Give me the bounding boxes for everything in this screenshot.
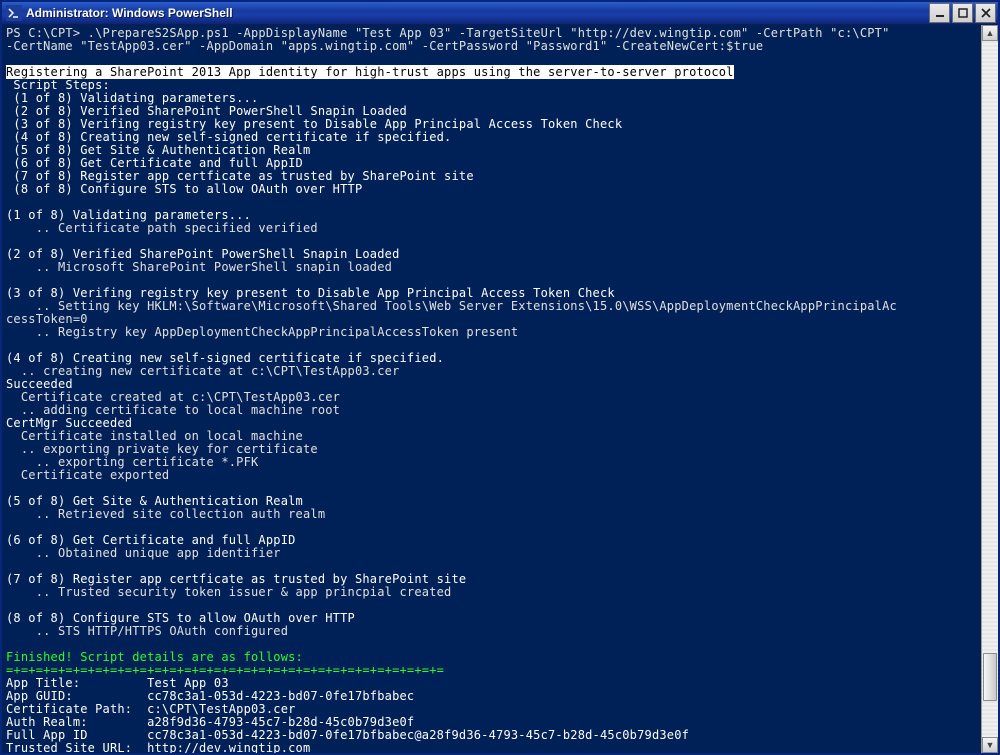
detail-3-b: cessToken=0 xyxy=(6,312,88,326)
step-1: (1 of 8) Validating parameters... xyxy=(6,91,258,105)
detail-4-b: Succeeded xyxy=(6,377,73,391)
scroll-track[interactable] xyxy=(982,41,998,737)
detail-8-head: (8 of 8) Configure STS to allow OAuth ov… xyxy=(6,611,355,625)
step-2: (2 of 8) Verified SharePoint PowerShell … xyxy=(6,104,407,118)
step-6: (6 of 8) Get Certificate and full AppID xyxy=(6,156,303,170)
detail-4-i: Certificate exported xyxy=(6,468,169,482)
prompt-line-1: PS C:\CPT> .\PrepareS2SApp.ps1 -AppDispl… xyxy=(6,26,890,40)
detail-6-a: .. Obtained unique app identifier xyxy=(6,546,281,560)
separator-1: =+=+=+=+=+=+=+=+=+=+=+=+=+=+=+=+=+=+=+=+… xyxy=(6,663,444,677)
detail-4-head: (4 of 8) Creating new self-signed certif… xyxy=(6,351,444,365)
minimize-button[interactable] xyxy=(929,3,950,23)
detail-5-head: (5 of 8) Get Site & Authentication Realm xyxy=(6,494,303,508)
result-app-guid: App GUID: cc78c3a1-053d-4223-bd07-0fe17b… xyxy=(6,689,414,703)
step-7: (7 of 8) Register app certficate as trus… xyxy=(6,169,474,183)
detail-3-c: .. Registry key AppDeploymentCheckAppPri… xyxy=(6,325,518,339)
result-auth-realm: Auth Realm: a28f9d36-4793-45c7-b28d-45c0… xyxy=(6,715,414,729)
detail-4-f: Certificate installed on local machine xyxy=(6,429,303,443)
detail-4-d: .. adding certificate to local machine r… xyxy=(6,403,340,417)
detail-7-head: (7 of 8) Register app certficate as trus… xyxy=(6,572,466,586)
detail-7-a: .. Trusted security token issuer & app p… xyxy=(6,585,451,599)
scroll-thumb[interactable] xyxy=(983,653,997,701)
console-output[interactable]: PS C:\CPT> .\PrepareS2SApp.ps1 -AppDispl… xyxy=(2,25,981,753)
detail-4-h: .. exporting certificate *.PFK xyxy=(6,455,258,469)
step-8: (8 of 8) Configure STS to allow OAuth ov… xyxy=(6,182,362,196)
maximize-button[interactable] xyxy=(952,3,973,23)
scroll-down-button[interactable]: ▼ xyxy=(982,737,998,753)
detail-1-head: (1 of 8) Validating parameters... xyxy=(6,208,251,222)
close-button[interactable] xyxy=(975,3,996,23)
detail-1-a: .. Certificate path specified verified xyxy=(6,221,318,235)
result-full-app-id: Full App ID cc78c3a1-053d-4223-bd07-0fe1… xyxy=(6,728,689,742)
result-app-title: App Title: Test App 03 xyxy=(6,676,229,690)
step-4: (4 of 8) Creating new self-signed certif… xyxy=(6,130,451,144)
detail-2-a: .. Microsoft SharePoint PowerShell snapi… xyxy=(6,260,392,274)
result-cert-path: Certificate Path: c:\CPT\TestApp03.cer xyxy=(6,702,296,716)
header-banner: Registering a SharePoint 2013 App identi… xyxy=(6,65,734,79)
result-trusted-url: Trusted Site URL: http://dev.wingtip.com xyxy=(6,741,310,753)
detail-4-g: .. exporting private key for certificate xyxy=(6,442,318,456)
powershell-window: Administrator: Windows PowerShell PS C:\… xyxy=(0,0,1000,755)
step-3: (3 of 8) Verifing registry key present t… xyxy=(6,117,622,131)
detail-5-a: .. Retrieved site collection auth realm xyxy=(6,507,325,521)
detail-4-a: .. creating new certificate at c:\CPT\Te… xyxy=(6,364,400,378)
finished-1: Finished! Script details are as follows: xyxy=(6,650,303,664)
title-bar[interactable]: Administrator: Windows PowerShell xyxy=(2,2,998,25)
detail-6-head: (6 of 8) Get Certificate and full AppID xyxy=(6,533,296,547)
prompt-line-2: -CertName "TestApp03.cer" -AppDomain "ap… xyxy=(6,39,763,53)
step-5: (5 of 8) Get Site & Authentication Realm xyxy=(6,143,310,157)
detail-2-head: (2 of 8) Verified SharePoint PowerShell … xyxy=(6,247,400,261)
detail-3-head: (3 of 8) Verifing registry key present t… xyxy=(6,286,615,300)
steps-header: Script Steps: xyxy=(6,78,110,92)
client-area: PS C:\CPT> .\PrepareS2SApp.ps1 -AppDispl… xyxy=(2,25,998,753)
window-title: Administrator: Windows PowerShell xyxy=(26,6,233,20)
detail-3-a: .. Setting key HKLM:\Software\Microsoft\… xyxy=(6,299,897,313)
detail-4-e: CertMgr Succeeded xyxy=(6,416,132,430)
detail-8-a: .. STS HTTP/HTTPS OAuth configured xyxy=(6,624,288,638)
detail-4-c: Certificate created at c:\CPT\TestApp03.… xyxy=(6,390,340,404)
vertical-scrollbar[interactable]: ▲ ▼ xyxy=(981,25,998,753)
scroll-up-button[interactable]: ▲ xyxy=(982,25,998,41)
powershell-icon xyxy=(6,5,22,21)
